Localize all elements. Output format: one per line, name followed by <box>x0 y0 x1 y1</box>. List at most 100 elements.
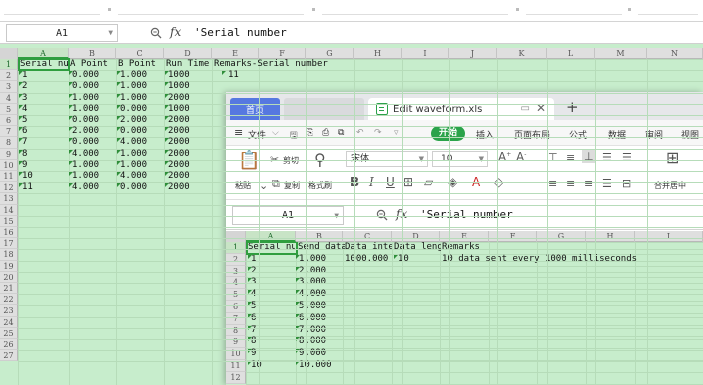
header-cell[interactable]: A Point <box>70 59 116 70</box>
table-cell[interactable]: 1000 <box>168 104 212 115</box>
table-cell[interactable]: 4.000 <box>72 182 116 193</box>
table-cell[interactable]: 1.000 <box>72 93 116 104</box>
col-header-a[interactable]: A <box>246 231 296 242</box>
table-cell[interactable]: 10 <box>22 171 66 182</box>
tab-home[interactable]: 首页 <box>230 98 280 120</box>
table-cell[interactable]: 11 <box>22 182 66 193</box>
table-cell[interactable]: 0.000 <box>72 70 116 81</box>
menu-view[interactable]: 视图 <box>681 128 699 141</box>
col-header-c[interactable]: C <box>343 231 392 242</box>
table-cell[interactable]: 1.000 <box>120 81 164 92</box>
font-grow-icon[interactable]: A+ <box>498 151 511 163</box>
row-header[interactable]: 25 <box>0 327 18 339</box>
col-header-h[interactable]: H <box>586 231 635 242</box>
distributed-icon[interactable]: ⊟ <box>622 178 631 189</box>
table-cell[interactable]: 2.000 <box>120 115 164 126</box>
col-header-d[interactable]: D <box>392 231 440 242</box>
header-cell[interactable]: Run Time <box>166 59 212 70</box>
row-header[interactable]: 1 <box>226 242 246 254</box>
col-header-b[interactable]: B <box>296 231 343 242</box>
table-cell[interactable]: 2000 <box>168 137 212 148</box>
row-header[interactable]: 20 <box>0 271 18 283</box>
row-header[interactable]: 7 <box>0 126 18 138</box>
header-cell[interactable]: Remarks-Serial number <box>214 59 354 70</box>
align-top-icon[interactable]: ⊤ <box>548 152 558 163</box>
row-header[interactable]: 17 <box>0 238 18 250</box>
row-header[interactable]: 27 <box>0 350 18 362</box>
table-cell[interactable]: 4.000 <box>120 171 164 182</box>
table-cell[interactable]: 2000 <box>168 182 212 193</box>
table-cell[interactable]: 9 <box>22 160 66 171</box>
row-header[interactable]: 7 <box>226 312 246 325</box>
col-header-k[interactable]: K <box>497 48 547 59</box>
menu-file[interactable]: 文件 <box>248 128 266 141</box>
table-cell[interactable]: 2000 <box>168 126 212 137</box>
col-header-f[interactable]: F <box>259 48 306 59</box>
row-header[interactable]: 21 <box>0 283 18 295</box>
row-header[interactable]: 9 <box>0 148 18 160</box>
row-header[interactable]: 12 <box>226 371 246 384</box>
name-box[interactable]: A1 ▼ <box>6 24 118 42</box>
save-icon[interactable]: 🖫 <box>290 128 298 144</box>
new-tab-icon[interactable]: + <box>566 98 579 116</box>
table-cell[interactable]: 1.000 <box>120 70 164 81</box>
table-cell[interactable]: 1000 <box>168 81 212 92</box>
table-cell[interactable]: 4 <box>22 104 66 115</box>
indent-icon[interactable]: ☰ <box>602 152 612 163</box>
table-cell[interactable]: 0.000 <box>72 115 116 126</box>
col-header-e[interactable]: E <box>212 48 259 59</box>
col-header-g[interactable]: G <box>537 231 586 242</box>
row-header[interactable]: 2 <box>0 70 18 82</box>
align-right-icon[interactable]: ≡ <box>584 178 593 189</box>
table-cell[interactable]: 3 <box>22 93 66 104</box>
table-cell[interactable]: 0.000 <box>72 81 116 92</box>
formula-input[interactable]: 'Serial number <box>420 208 513 221</box>
row-header[interactable]: 15 <box>0 215 18 227</box>
header-cell[interactable]: Data inte <box>345 242 392 254</box>
row-header[interactable]: 26 <box>0 339 18 351</box>
table-cell[interactable]: 0.000 <box>120 182 164 193</box>
row-header[interactable]: 8 <box>226 324 246 337</box>
row-header[interactable]: 23 <box>0 305 18 317</box>
col-header-d[interactable]: D <box>164 48 212 59</box>
header-cell[interactable]: B Point <box>118 59 164 70</box>
menu-insert[interactable]: 插入 <box>476 128 494 141</box>
col-header-c[interactable]: C <box>116 48 164 59</box>
table-cell[interactable]: 1.000 <box>120 149 164 160</box>
col-header-n[interactable]: N <box>647 48 703 59</box>
col-header-i[interactable]: I <box>635 231 703 242</box>
table-cell[interactable]: 1 <box>22 70 66 81</box>
paste-icon[interactable]: 📋 <box>238 152 260 170</box>
formula-input[interactable]: 'Serial number <box>194 26 287 39</box>
table-cell[interactable]: 1.000 <box>72 171 116 182</box>
row-header[interactable]: 14 <box>0 204 18 216</box>
table-cell[interactable]: 2.000 <box>72 126 116 137</box>
fx-icon[interactable]: fx <box>170 25 181 39</box>
chevron-down-icon[interactable]: ▼ <box>108 30 113 37</box>
col-header-a[interactable]: A <box>18 48 69 59</box>
row-header[interactable]: 8 <box>0 137 18 149</box>
row-header[interactable]: 5 <box>0 103 18 115</box>
table-cell[interactable]: 5 <box>251 301 295 313</box>
table-cell[interactable]: 6 <box>22 126 66 137</box>
table-cell[interactable]: 1.000 <box>120 160 164 171</box>
header-cell[interactable]: Serial nu <box>20 59 68 70</box>
table-cell[interactable]: 6 <box>251 313 295 325</box>
header-cell[interactable]: Serial nu <box>248 242 295 254</box>
row-header[interactable]: 4 <box>0 92 18 104</box>
cell-f1[interactable]: 11 <box>228 70 239 81</box>
row-header[interactable]: 6 <box>226 301 246 313</box>
row-header[interactable]: 11 <box>0 171 18 183</box>
zoom-icon[interactable] <box>150 27 162 39</box>
table-cell[interactable]: 0.000 <box>120 126 164 137</box>
row-header[interactable]: 1 <box>0 59 18 71</box>
tab-blank[interactable] <box>284 98 364 120</box>
front-grid[interactable]: 123456789101112Serial nuSend dataData in… <box>226 242 703 385</box>
col-header-b[interactable]: B <box>69 48 116 59</box>
table-cell[interactable]: 2000 <box>168 93 212 104</box>
col-header-j[interactable]: J <box>449 48 497 59</box>
header-cell[interactable]: Remarks <box>442 242 532 254</box>
col-header-g[interactable]: G <box>306 48 354 59</box>
table-cell[interactable]: 7 <box>251 325 295 337</box>
row-header[interactable]: 13 <box>0 193 18 205</box>
